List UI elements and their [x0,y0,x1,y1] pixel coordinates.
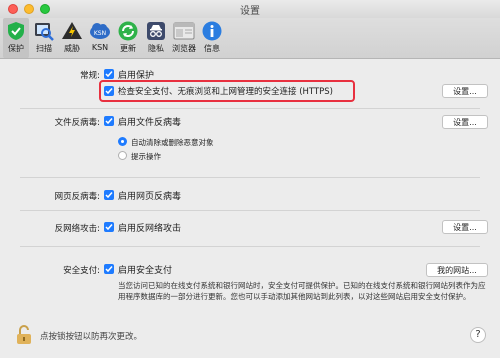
lock-hint-text: 点按锁按钮以防再次更改。 [40,332,143,342]
tab-ksn[interactable]: KSN KSN [87,18,113,58]
enable-safe-money-checkbox[interactable] [104,264,114,274]
enable-network-attack-label: 启用反网络攻击 [118,224,182,234]
svg-text:KSN: KSN [94,30,106,37]
enable-web-av-checkbox[interactable] [104,190,114,200]
divider [20,108,480,109]
enable-network-attack-checkbox[interactable] [104,222,114,232]
tab-browser[interactable]: 浏览器 [171,18,197,58]
warning-triangle-icon [62,22,82,39]
enable-protection-checkbox[interactable] [104,69,114,79]
checkmark-icon [105,71,113,78]
general-settings-button[interactable]: 设置... [442,84,488,98]
title-bar: 设置 [0,0,500,18]
info-icon [202,21,222,41]
lock-open-icon[interactable] [16,325,32,345]
radio-prompt-action[interactable] [118,151,127,160]
divider [20,210,480,211]
privacy-spy-icon [147,22,165,40]
network-attack-settings-button[interactable]: 设置... [442,220,488,234]
scan-magnifier-icon [35,23,54,41]
radio-auto-clean[interactable] [118,137,127,146]
tab-scan[interactable]: 扫描 [31,18,57,58]
preferences-toolbar: 保护 扫描 威胁 KSN KSN 更新 隐私 浏览器 信息 [0,18,500,59]
shield-check-icon [8,22,24,40]
file-av-settings-button[interactable]: 设置... [442,115,488,129]
network-attack-section-label: 反网络攻击: [54,224,100,234]
tab-info[interactable]: 信息 [199,18,225,58]
radio-auto-clean-label: 自动清除或删除恶意对象 [131,138,214,147]
divider [20,246,480,247]
tab-ksn-label: KSN [91,43,109,52]
browser-window-icon [173,22,195,40]
ksn-cloud-icon: KSN [90,23,110,39]
checkmark-icon [105,224,113,231]
checkmark-icon [105,88,113,95]
tab-browser-label: 浏览器 [172,44,196,53]
tab-threats[interactable]: 威胁 [59,18,85,58]
web-av-section-label: 网页反病毒: [54,192,100,202]
tab-update[interactable]: 更新 [115,18,141,58]
enable-safe-money-label: 启用安全支付 [118,266,173,276]
radio-prompt-action-label: 提示操作 [131,152,161,161]
file-av-section-label: 文件反病毒: [54,118,100,128]
enable-file-av-checkbox[interactable] [104,116,114,126]
window-title: 设置 [240,6,260,17]
safe-money-section-label: 安全支付: [63,266,100,276]
checkmark-icon [105,266,113,273]
my-sites-button[interactable]: 我的网站... [426,263,488,277]
help-button[interactable]: ? [470,327,486,343]
enable-web-av-label: 启用网页反病毒 [118,192,182,202]
checkmark-icon [105,192,113,199]
tab-privacy-label: 隐私 [148,44,164,53]
tab-update-label: 更新 [120,44,136,53]
safe-money-description: 当您访问已知的在线支付系统和银行网站时，安全支付可提供保护。已知的在线支付系统和… [118,281,486,301]
checkmark-icon [105,118,113,125]
tab-protection-label: 保护 [8,44,24,53]
tab-protection[interactable]: 保护 [3,18,29,58]
settings-window: 设置 保护 扫描 威胁 KSN KSN 更新 隐私 浏览器 信息 常规: 启用保… [0,0,500,358]
tab-scan-label: 扫描 [36,44,52,53]
enable-file-av-label: 启用文件反病毒 [118,118,182,128]
general-section-label: 常规: [80,71,100,81]
tab-threats-label: 威胁 [64,44,80,53]
secure-connection-checkbox[interactable] [104,86,114,96]
update-arrows-icon [118,21,138,41]
secure-connection-label: 检查安全支付、无痕浏览和上网管理的安全连接 (HTTPS) [118,87,333,97]
divider [20,177,480,178]
tab-privacy[interactable]: 隐私 [143,18,169,58]
tab-info-label: 信息 [204,44,220,53]
